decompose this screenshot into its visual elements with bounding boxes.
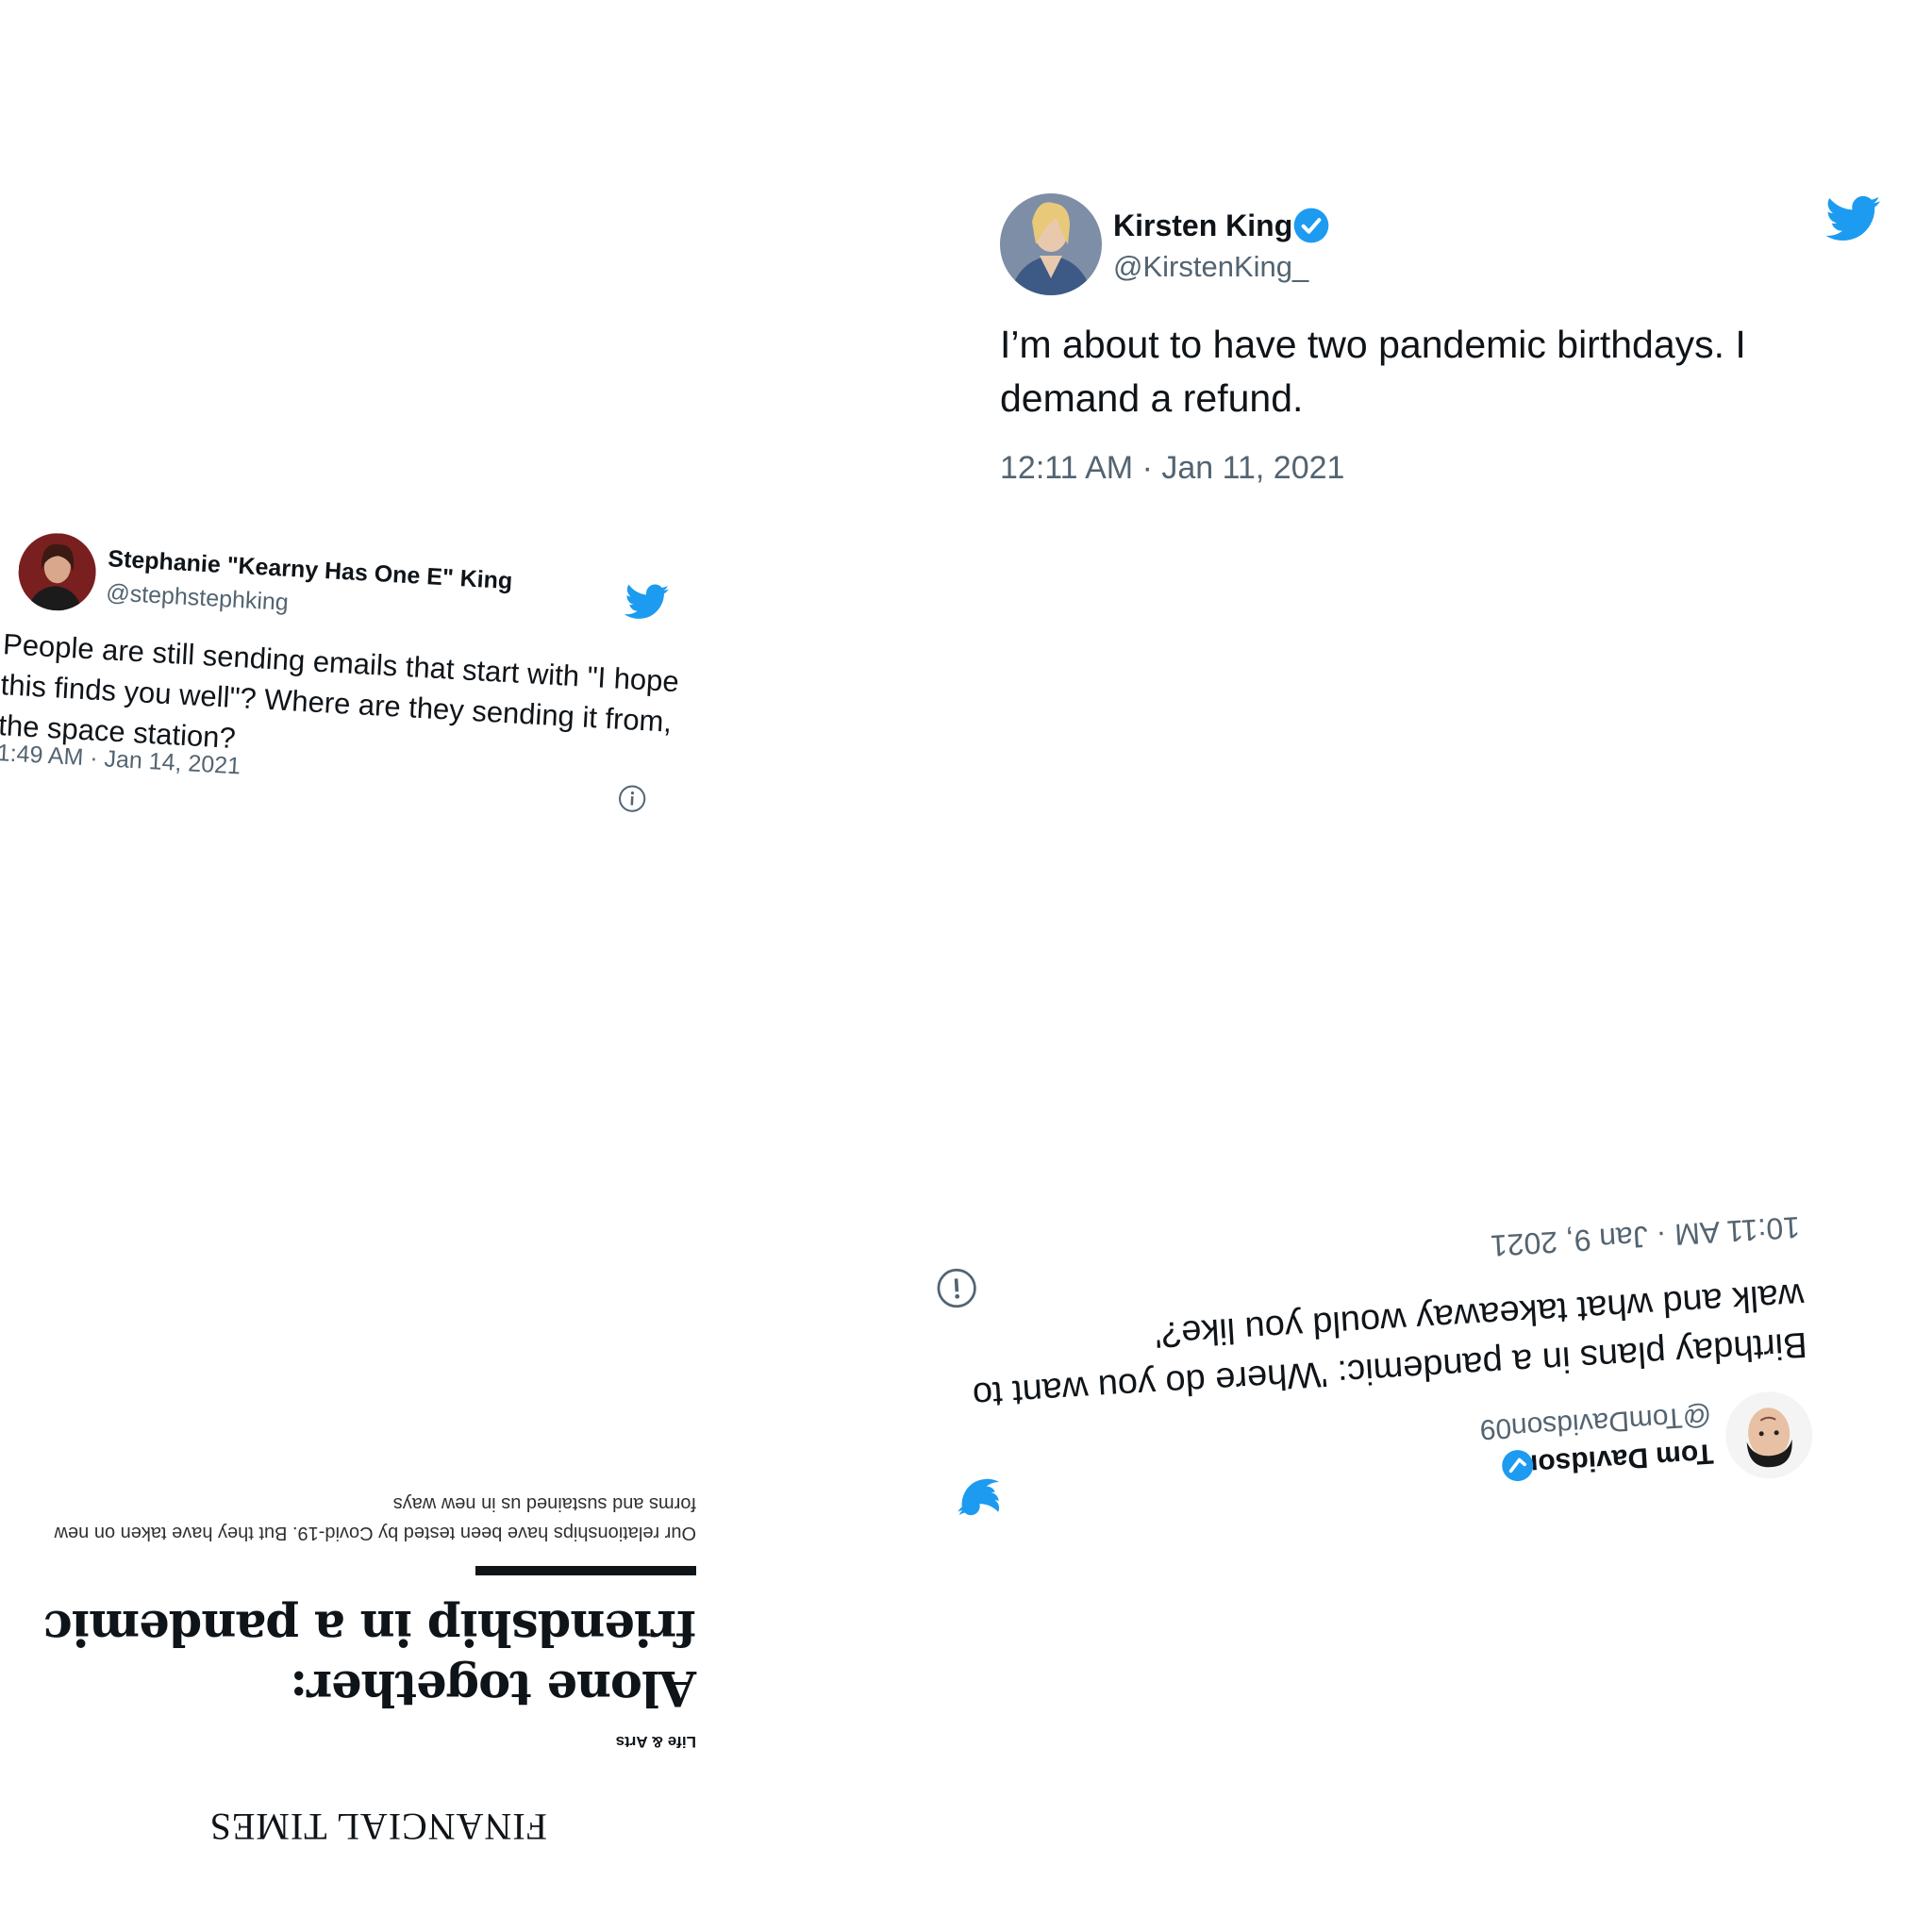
display-name[interactable]: Kirsten King — [1113, 208, 1292, 243]
article-standfirst: Our relationships have been tested by Co… — [54, 1493, 696, 1543]
tweet-text: Birthday plans in a pandemic: 'Where do … — [971, 1274, 1808, 1415]
section-label[interactable]: Life & Arts — [616, 1732, 696, 1751]
ft-article-card: FINANCIAL TIMES Life & Arts Alone togeth… — [19, 1472, 696, 1849]
verified-badge-icon — [1500, 1448, 1536, 1484]
info-icon[interactable] — [617, 784, 647, 814]
brand-masthead[interactable]: FINANCIAL TIMES — [209, 1805, 547, 1849]
avatar[interactable] — [1000, 193, 1102, 295]
avatar[interactable] — [1723, 1389, 1816, 1481]
display-name[interactable]: Tom Davidson — [1520, 1437, 1714, 1480]
tweet-card-kirsten-king: Kirsten King @KirstenKing_ I’m about to … — [1000, 184, 1896, 505]
user-handle[interactable]: @KirstenKing_ — [1113, 250, 1308, 284]
tweet-card-stephanie-king: Stephanie "Kearny Has One E" King @steph… — [0, 530, 691, 889]
twitter-bird-icon[interactable] — [1825, 195, 1881, 242]
tweet-timestamp[interactable]: 12:11 AM · Jan 11, 2021 — [1000, 450, 1344, 487]
twitter-bird-icon[interactable] — [956, 1476, 1001, 1517]
article-headline[interactable]: Alone together: friendship in a pandemic — [19, 1597, 696, 1718]
tweet-text: I’m about to have two pandemic birthdays… — [1000, 323, 1746, 420]
info-icon[interactable] — [935, 1266, 979, 1310]
avatar[interactable] — [16, 531, 98, 613]
tweet-card-tom-davidson: Tom Davidson @TomDavidson09 Birthday pla… — [895, 1127, 1840, 1541]
twitter-bird-icon[interactable] — [624, 582, 670, 623]
tweet-timestamp[interactable]: 10:11 AM · Jan 9, 2021 — [1490, 1209, 1801, 1263]
user-handle[interactable]: @stephstephking — [106, 579, 290, 617]
verified-badge-icon — [1292, 207, 1330, 244]
headline-divider — [475, 1566, 696, 1575]
